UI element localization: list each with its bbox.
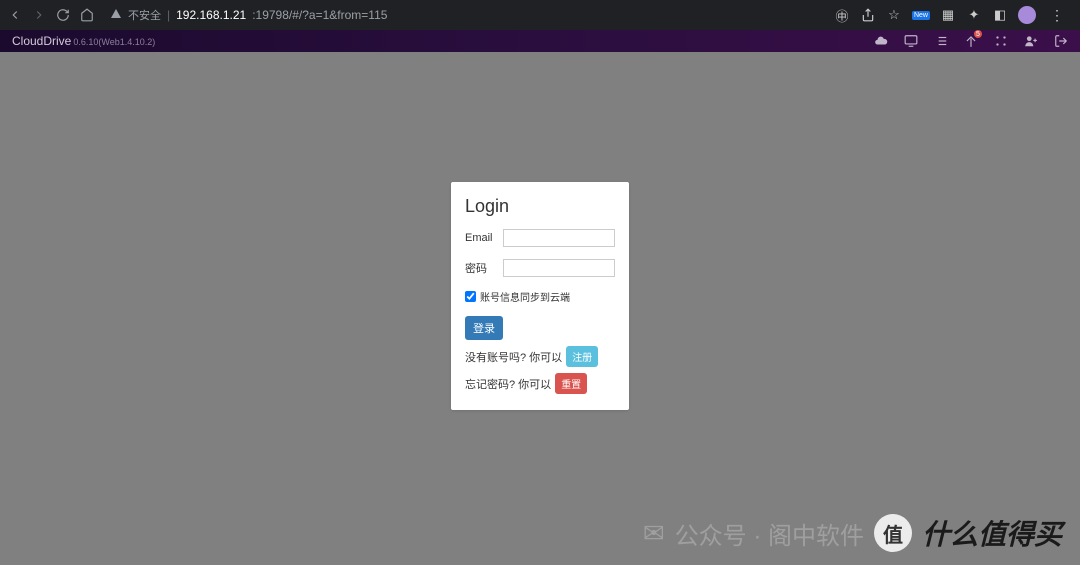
- insecure-warning-icon: [110, 8, 122, 23]
- panel-icon[interactable]: ◧: [992, 7, 1008, 23]
- login-card: Login Email 密码 账号信息同步到云端 登录 没有账号吗? 你可以 注…: [451, 182, 629, 410]
- logout-icon[interactable]: [1054, 34, 1068, 48]
- forward-icon[interactable]: [32, 8, 46, 22]
- list-icon[interactable]: [934, 34, 948, 48]
- login-title: Login: [465, 196, 615, 217]
- extension-1-icon[interactable]: ▦: [940, 7, 956, 23]
- address-bar[interactable]: 不安全 | 192.168.1.21 :19798/#/?a=1&from=115: [102, 7, 826, 23]
- register-button[interactable]: 注册: [566, 346, 598, 367]
- notification-icon[interactable]: 5: [964, 34, 978, 48]
- profile-avatar[interactable]: [1018, 6, 1036, 24]
- register-row: 没有账号吗? 你可以 注册: [465, 346, 615, 367]
- back-icon[interactable]: [8, 8, 22, 22]
- email-row: Email: [465, 229, 615, 247]
- reset-button[interactable]: 重置: [555, 373, 587, 394]
- email-field[interactable]: [503, 229, 615, 247]
- brand-version: 0.6.10(Web1.4.10.2): [73, 37, 155, 47]
- reload-icon[interactable]: [56, 8, 70, 22]
- monitor-icon[interactable]: [904, 34, 918, 48]
- sync-checkbox[interactable]: [465, 291, 476, 302]
- browser-toolbar: 不安全 | 192.168.1.21 :19798/#/?a=1&from=115…: [0, 0, 1080, 30]
- brand: CloudDrive 0.6.10(Web1.4.10.2): [12, 34, 155, 48]
- puzzle-icon[interactable]: ✦: [966, 7, 982, 23]
- url-host: 192.168.1.21: [176, 8, 246, 22]
- translate-icon[interactable]: ㊥: [834, 7, 850, 23]
- sync-checkbox-label: 账号信息同步到云端: [480, 289, 570, 304]
- brand-name: CloudDrive: [12, 34, 71, 48]
- cloud-icon[interactable]: [874, 34, 888, 48]
- nav-controls: [8, 8, 94, 22]
- url-separator: |: [167, 8, 170, 22]
- insecure-label: 不安全: [128, 7, 161, 23]
- home-icon[interactable]: [80, 8, 94, 22]
- bookmark-icon[interactable]: ☆: [886, 7, 902, 23]
- password-row: 密码: [465, 259, 615, 277]
- forgot-row: 忘记密码? 你可以 重置: [465, 373, 615, 394]
- no-account-text: 没有账号吗? 你可以: [465, 349, 562, 365]
- email-label: Email: [465, 232, 497, 244]
- forgot-text: 忘记密码? 你可以: [465, 376, 551, 392]
- sync-checkbox-row: 账号信息同步到云端: [465, 289, 615, 304]
- app-header: CloudDrive 0.6.10(Web1.4.10.2) 5: [0, 30, 1080, 52]
- new-badge-icon[interactable]: New: [912, 11, 930, 20]
- share-icon[interactable]: [860, 7, 876, 23]
- url-path: :19798/#/?a=1&from=115: [252, 8, 387, 22]
- extension-icons: ㊥ ☆ New ▦ ✦ ◧ ⋮: [834, 6, 1072, 24]
- kebab-menu-icon[interactable]: ⋮: [1046, 7, 1068, 24]
- login-button-row: 登录: [465, 316, 615, 340]
- password-field[interactable]: [503, 259, 615, 277]
- user-add-icon[interactable]: [1024, 34, 1038, 48]
- header-actions: 5: [874, 34, 1068, 48]
- settings-icon[interactable]: [994, 34, 1008, 48]
- password-label: 密码: [465, 260, 497, 276]
- notification-badge: 5: [974, 30, 982, 38]
- login-button[interactable]: 登录: [465, 316, 503, 340]
- main-content: Login Email 密码 账号信息同步到云端 登录 没有账号吗? 你可以 注…: [0, 52, 1080, 565]
